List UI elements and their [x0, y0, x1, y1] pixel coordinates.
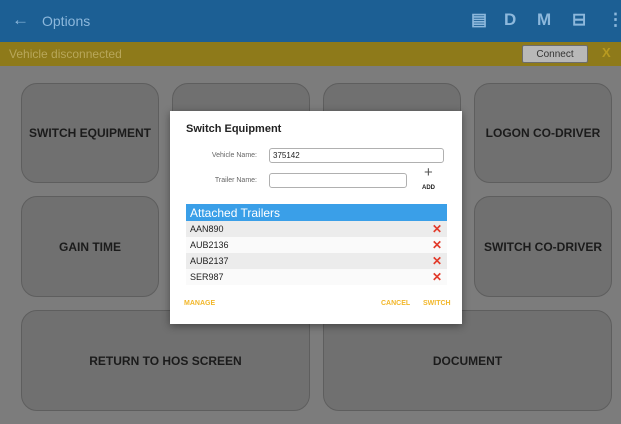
tile-label: SWITCH EQUIPMENT	[29, 126, 151, 140]
trailer-row: AUB2136 ✕	[186, 237, 447, 253]
trailer-row: SER987 ✕	[186, 269, 447, 285]
manage-button[interactable]: MANAGE	[184, 300, 215, 307]
vehicle-name-label: Vehicle Name:	[211, 152, 257, 159]
switch-equipment-dialog: Switch Equipment Vehicle Name: 375142 Tr…	[170, 111, 462, 324]
back-arrow-icon[interactable]: ←	[12, 10, 29, 30]
dialog-title: Switch Equipment	[186, 123, 282, 135]
d-icon[interactable]: D	[504, 10, 516, 30]
trailer-name: AAN890	[190, 224, 224, 234]
trailer-row: AUB2137 ✕	[186, 253, 447, 269]
cancel-button[interactable]: CANCEL	[381, 300, 410, 307]
trailer-row: AAN890 ✕	[186, 221, 447, 237]
top-app-bar: ← Options ▤ D M ⊟ ⋮	[0, 0, 621, 42]
remove-trailer-icon[interactable]: ✕	[432, 238, 442, 252]
banner-close-button[interactable]: X	[602, 45, 611, 60]
tile-label: GAIN TIME	[59, 239, 121, 254]
tile-label: DOCUMENT	[432, 353, 503, 368]
add-trailer-button[interactable]: ADD	[422, 185, 435, 191]
m-icon[interactable]: M	[537, 10, 551, 30]
remove-trailer-icon[interactable]: ✕	[432, 222, 442, 236]
connect-button[interactable]: Connect	[522, 45, 588, 63]
device-icon[interactable]: ⊟	[572, 10, 586, 30]
tile-label: LOGON CO-DRIVER	[485, 126, 601, 140]
trailer-name: AUB2136	[190, 240, 229, 250]
return-to-hos-tile[interactable]: RETURN TO HOS SCREEN	[21, 310, 310, 411]
gain-time-tile[interactable]: GAIN TIME	[21, 196, 159, 297]
switch-co-driver-tile[interactable]: SWITCH CO-DRIVER	[474, 196, 612, 297]
add-trailer-icon[interactable]: +	[424, 164, 433, 181]
more-options-icon[interactable]: ⋮	[607, 10, 621, 30]
switch-equipment-tile[interactable]: SWITCH EQUIPMENT	[21, 83, 159, 183]
attached-trailers-header: Attached Trailers	[186, 204, 447, 221]
trailer-name-input[interactable]	[269, 173, 407, 188]
tile-label: SWITCH CO-DRIVER	[484, 239, 602, 254]
trailer-name-label: Trailer Name:	[214, 177, 257, 184]
remove-trailer-icon[interactable]: ✕	[432, 254, 442, 268]
connection-status-text: Vehicle disconnected	[9, 47, 122, 61]
trailer-name: AUB2137	[190, 256, 229, 266]
switch-button[interactable]: SWITCH	[423, 300, 451, 307]
tile-label: RETURN TO HOS SCREEN	[89, 353, 242, 368]
logon-co-driver-tile[interactable]: LOGON CO-DRIVER	[474, 83, 612, 183]
chat-icon[interactable]: ▤	[471, 10, 487, 30]
trailer-name: SER987	[190, 272, 224, 282]
page-title: Options	[42, 13, 91, 29]
remove-trailer-icon[interactable]: ✕	[432, 270, 442, 284]
vehicle-name-input[interactable]: 375142	[269, 148, 444, 163]
document-tile[interactable]: DOCUMENT	[323, 310, 612, 411]
